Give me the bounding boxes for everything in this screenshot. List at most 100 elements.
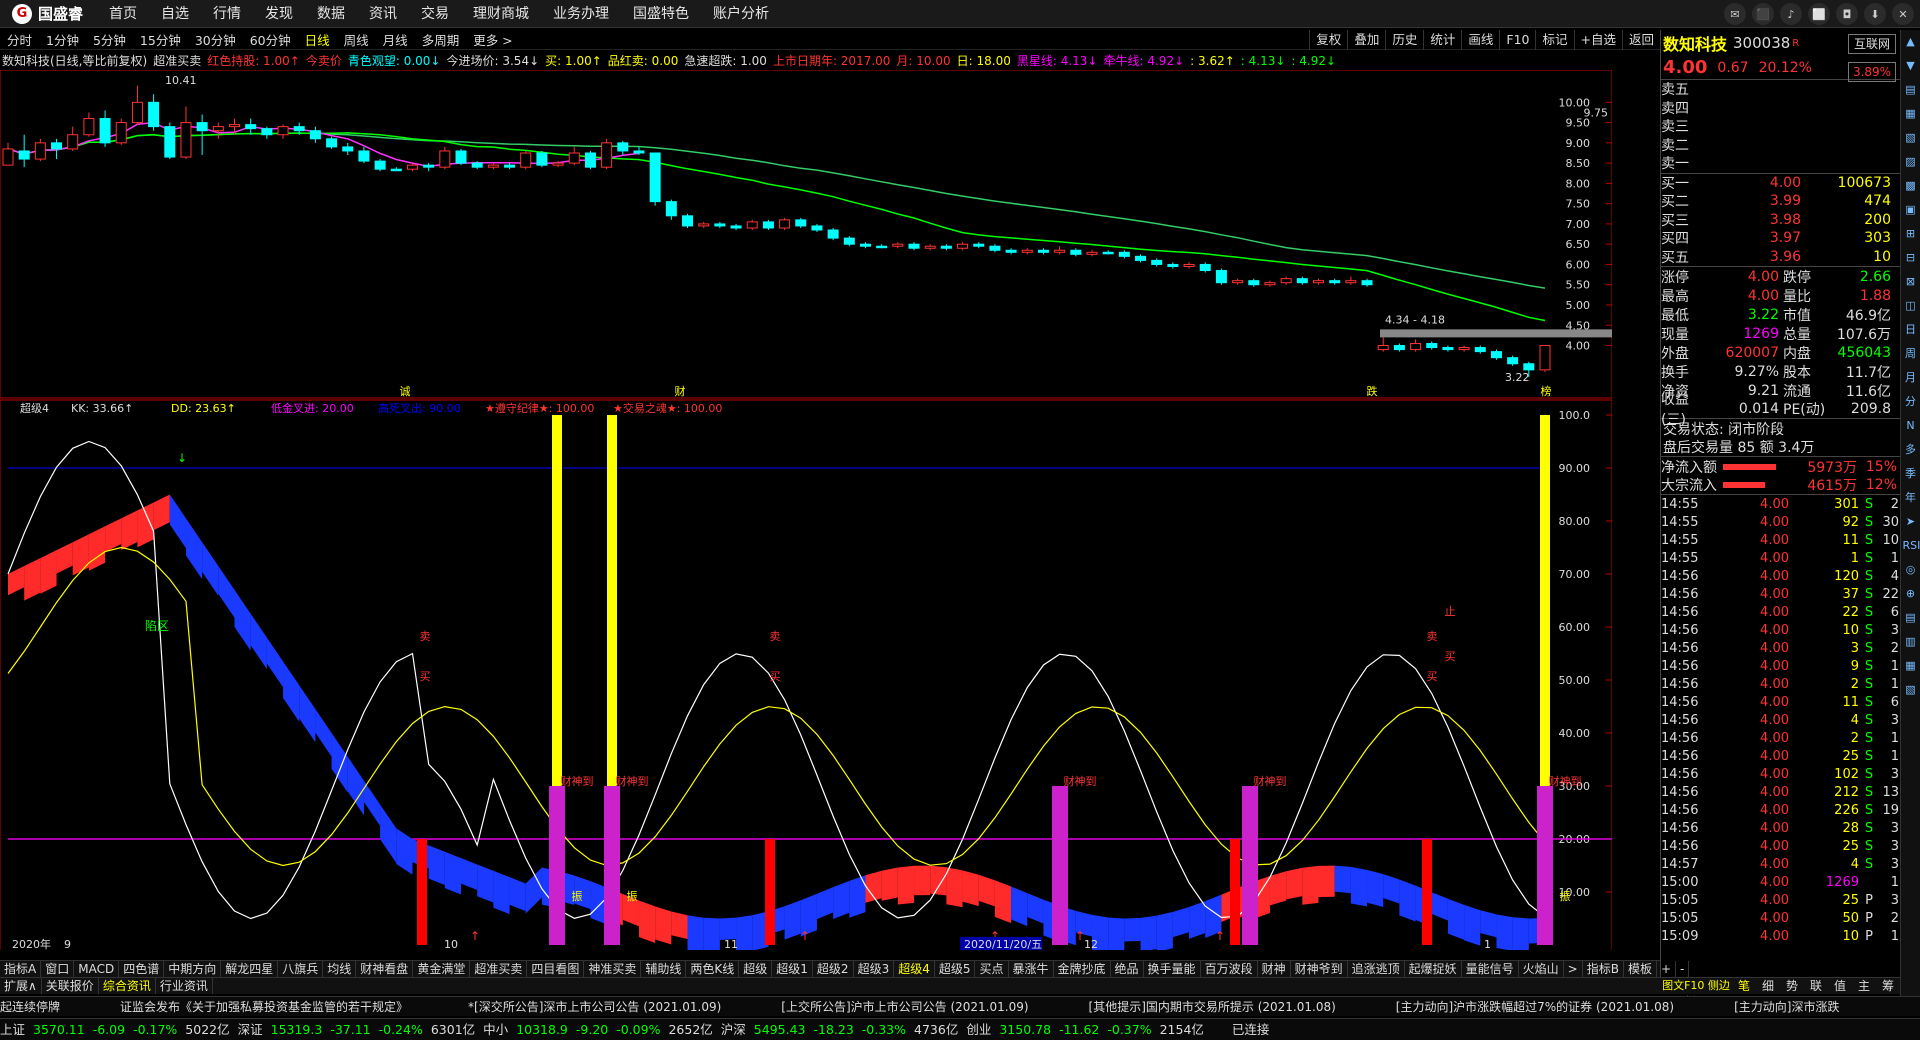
indicator-tab[interactable]: 财神爷到 (1291, 961, 1348, 977)
quote-tab[interactable]: 细 (1756, 978, 1780, 994)
bid-row[interactable]: 买二 3.99 474 (1661, 192, 1900, 211)
quote-tab[interactable]: 值 (1828, 978, 1852, 994)
indicator-tab[interactable]: 解龙四星 (221, 961, 279, 977)
sidebar-tool-icon[interactable]: ▤ (1903, 82, 1919, 98)
period-tab[interactable]: 60分钟 (243, 30, 298, 49)
sidebar-tool-icon[interactable]: ⊟ (1903, 250, 1919, 266)
quote-tab[interactable]: 笔 (1732, 978, 1756, 994)
period-tab[interactable]: 日线 (298, 30, 337, 49)
menu-item[interactable]: 行情 (201, 0, 253, 28)
indicator-tab[interactable]: 金牌抄底 (1054, 961, 1111, 977)
info-tab[interactable]: 行业资讯 (156, 978, 213, 994)
ask-row[interactable]: 卖四 (1661, 99, 1900, 118)
window-control-icon[interactable]: ♪ (1780, 3, 1802, 25)
indicator-tab[interactable]: 买点 (975, 961, 1009, 977)
ask-row[interactable]: 卖二 (1661, 136, 1900, 155)
menu-item[interactable]: 自选 (149, 0, 201, 28)
bid-row[interactable]: 买三 3.98 200 (1661, 211, 1900, 230)
indicator-tab[interactable]: 四目看图 (527, 961, 585, 977)
sidebar-tool-icon[interactable]: ▩ (1903, 178, 1919, 194)
indicator-tab[interactable]: 超级4 (894, 961, 935, 977)
period-tab[interactable]: 15分钟 (133, 30, 188, 49)
sidebar-tool-icon[interactable]: ◫ (1903, 298, 1919, 314)
indicator-tab[interactable]: 中期方向 (164, 961, 222, 977)
period-tab[interactable]: 1分钟 (39, 30, 86, 49)
info-tab[interactable]: 扩展∧ (0, 978, 42, 994)
tick-list[interactable]: 14:55 4.00 301 S 2 14:55 4.00 92 S 30 14:55 4.00 11 S… (1661, 495, 1900, 945)
menu-item[interactable]: 资讯 (357, 0, 409, 28)
window-control-icon[interactable]: ⬇ (1864, 3, 1886, 25)
period-tab[interactable]: 月线 (376, 30, 415, 49)
indicator-tab[interactable]: 绝品 (1111, 961, 1144, 977)
sidebar-tool-icon[interactable]: 月 (1903, 370, 1919, 386)
indicator-tab[interactable]: MACD (74, 961, 120, 977)
indicator-tab[interactable]: 超级3 (854, 961, 895, 977)
sidebar-tool-icon[interactable]: ◎ (1903, 562, 1919, 578)
indicator-tab[interactable]: 起爆捉妖 (1405, 961, 1462, 977)
indicator-tab[interactable]: 百万波段 (1201, 961, 1258, 977)
indicator-tab[interactable]: + (1657, 961, 1677, 977)
chart-tool-button[interactable]: 复权 (1309, 30, 1347, 50)
indicator-tab[interactable]: 指标A (0, 961, 42, 977)
menu-item[interactable]: 交易 (409, 0, 461, 28)
sidebar-tool-icon[interactable]: 分 (1903, 394, 1919, 410)
period-tab[interactable]: 分时 (0, 30, 39, 49)
chart-tool-button[interactable]: 返回 (1621, 30, 1660, 50)
sidebar-tool-icon[interactable]: RSI (1903, 538, 1920, 554)
chart-tool-button[interactable]: 画线 (1461, 30, 1499, 50)
indicator-tab[interactable]: 模板 (1624, 961, 1657, 977)
window-control-icon[interactable]: ⬛ (1752, 3, 1774, 25)
indicator-tab[interactable]: 窗口 (41, 961, 75, 977)
window-control-icon[interactable]: ◘ (1836, 3, 1858, 25)
indicator-tab[interactable]: 追涨逃顶 (1348, 961, 1405, 977)
bid-row[interactable]: 买一 4.00 100673 (1661, 174, 1900, 193)
sidebar-tool-icon[interactable]: ▧ (1903, 682, 1919, 698)
indicator-tab[interactable]: 财神看盘 (356, 961, 414, 977)
indicator-tab[interactable]: 神准买卖 (584, 961, 642, 977)
sidebar-tool-icon[interactable]: ▲ (1903, 34, 1919, 50)
ask-row[interactable]: 卖三 (1661, 117, 1900, 136)
sidebar-tool-icon[interactable]: ▥ (1903, 634, 1919, 650)
menu-item[interactable]: 国盛特色 (621, 0, 701, 28)
news-item[interactable]: 证监会发布《关于加强私募投资基金监管的若干规定》 (120, 1000, 408, 1014)
menu-item[interactable]: 数据 (305, 0, 357, 28)
menu-item[interactable]: 业务办理 (541, 0, 621, 28)
indicator-tab[interactable]: 超级2 (813, 961, 854, 977)
indicator-tab[interactable]: 两色K线 (686, 961, 740, 977)
period-tab[interactable]: 周线 (337, 30, 376, 49)
sidebar-toggle[interactable]: 图文F10 侧边栏《 (1660, 978, 1732, 1008)
quote-tab[interactable]: 主 (1852, 978, 1876, 994)
window-control-icon[interactable]: ⬜ (1808, 3, 1830, 25)
indicator-tab[interactable]: 指标B (1583, 961, 1624, 977)
sidebar-tool-icon[interactable]: ▦ (1903, 658, 1919, 674)
news-item[interactable]: [上交所公告]沪市上市公司公告 (2021.01.09) (781, 1000, 1028, 1014)
menu-item[interactable]: 首页 (97, 0, 149, 28)
menu-item[interactable]: 理财商城 (461, 0, 541, 28)
indicator-tab[interactable]: 均线 (323, 961, 357, 977)
indicator-tab[interactable]: - (1676, 961, 1690, 977)
chart-tool-button[interactable]: 历史 (1385, 30, 1423, 50)
news-ticker[interactable]: 起连续停牌 证监会发布《关于加强私募投资基金监管的若干规定》 *[深交所公告]深市上… (0, 996, 1920, 1016)
chart-tool-button[interactable]: 叠加 (1347, 30, 1385, 50)
indicator-tab[interactable]: > (1564, 961, 1583, 977)
sidebar-tool-icon[interactable]: ▨ (1903, 154, 1919, 170)
indicator-tab[interactable]: 换手量能 (1144, 961, 1201, 977)
news-item[interactable]: [主力动向]深市涨跌 (1734, 1000, 1839, 1014)
news-item[interactable]: [主力动向]沪市涨跌幅超过7%的证券 (2021.01.08) (1396, 1000, 1674, 1014)
indicator-tab[interactable]: 财神 (1258, 961, 1291, 977)
indicator-tab[interactable]: 辅助线 (641, 961, 687, 977)
industry-button[interactable]: 互联网 (1848, 34, 1896, 54)
indicator-tab[interactable]: 超级5 (935, 961, 976, 977)
sidebar-tool-icon[interactable]: 周 (1903, 346, 1919, 362)
sidebar-tool-icon[interactable]: ▤ (1903, 610, 1919, 626)
indicator-tab[interactable]: 四色谱 (119, 961, 165, 977)
sidebar-tool-icon[interactable]: 年 (1903, 490, 1919, 506)
sidebar-tool-icon[interactable]: ⊠ (1903, 274, 1919, 290)
period-tab[interactable]: 更多 > (466, 30, 519, 49)
chart-tool-button[interactable]: F10 (1499, 30, 1535, 50)
indicator-tab[interactable]: 超准买卖 (470, 961, 528, 977)
ask-row[interactable]: 卖五 (1661, 80, 1900, 99)
indicator-tab[interactable]: 量能信号 (1462, 961, 1519, 977)
info-tab[interactable]: 关联报价 (42, 978, 99, 994)
quote-tab[interactable]: 筹 (1876, 978, 1900, 994)
